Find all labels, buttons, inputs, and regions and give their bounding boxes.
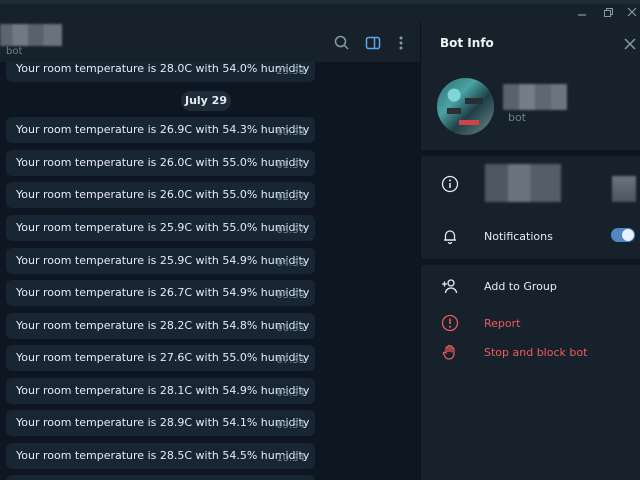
message-bubble[interactable]: Your room temperature is 25.9C with 55.0…	[6, 215, 315, 241]
message-text: Your room temperature is 27.6C with 55.0…	[16, 351, 310, 364]
message-time: 05.36	[276, 290, 305, 301]
message-time: 03.37	[276, 225, 305, 236]
toggle-knob	[622, 229, 634, 241]
message-text: Your room temperature is 26.0C with 55.0…	[16, 156, 310, 169]
message-text: Your room temperature is 26.0C with 55.0…	[16, 188, 310, 201]
panel-subtitle: bot	[508, 111, 527, 124]
message-time: 04.36	[276, 258, 305, 269]
title-bar-edge	[0, 0, 640, 4]
message-bubble[interactable]: Your room temperature is 28.5C with 54.5…	[6, 443, 315, 469]
chat-header: bot	[0, 22, 420, 63]
message-bubble[interactable]: Your room temperature is 28.1C with 54.9…	[6, 378, 315, 404]
chat-subtitle: bot	[6, 46, 23, 57]
bot-description-blurred	[485, 164, 561, 202]
report-button[interactable]: Report	[484, 317, 520, 330]
report-icon	[441, 314, 459, 332]
panel-title: Bot Info	[440, 36, 494, 50]
message-time: 08.34	[276, 388, 305, 399]
message-bubble[interactable]: Your room temperature is 26.9C with 54.3…	[6, 117, 315, 143]
message-text: Your room temperature is 25.9C with 54.9…	[16, 254, 310, 267]
message-text: Your room temperature is 26.9C with 54.3…	[16, 123, 310, 136]
close-icon[interactable]	[623, 36, 637, 50]
message-bubble[interactable]: Your room temperature is 26.0C with 55.0…	[6, 182, 315, 208]
stop-and-block-button[interactable]: Stop and block bot	[484, 346, 587, 359]
message-text: Your room temperature is 28.1C with 54.9…	[16, 384, 310, 397]
message-text: Your room temperature is 28.0C with 54.0…	[16, 62, 310, 75]
message-bubble[interactable]: Your room temperature is 27.6C with 55.0…	[6, 345, 315, 371]
notifications-toggle[interactable]	[611, 228, 635, 242]
message-list[interactable]: Your room temperature is 28.0C with 54.0…	[0, 62, 420, 480]
message-bubble[interactable]: Your room temperature is 26.7C with 54.9…	[6, 280, 315, 306]
message-bubble[interactable]: Your room temperature is 26.0C with 55.0…	[6, 150, 315, 176]
info-icon	[441, 175, 459, 193]
message-time: 06.35	[276, 323, 305, 334]
message-time: 23.38	[276, 66, 305, 77]
message-time: 02.37	[276, 192, 305, 203]
divider	[421, 150, 640, 156]
bot-name-blurred	[503, 84, 567, 110]
bell-icon	[441, 227, 459, 245]
window-close-icon[interactable]	[624, 4, 640, 20]
notifications-label: Notifications	[484, 230, 553, 243]
date-separator: July 29	[181, 91, 231, 111]
message-bubble[interactable]: Your room temperature is 28.9C with 54.1…	[6, 410, 315, 436]
window-title-bar	[0, 0, 640, 22]
minimize-icon[interactable]	[574, 4, 590, 20]
divider	[421, 259, 640, 265]
message-bubble[interactable]: Your room temperature is 28.2C with 54.8…	[6, 313, 315, 339]
more-vertical-icon[interactable]	[392, 34, 410, 52]
stop-hand-icon	[441, 343, 459, 361]
avatar-detail	[459, 120, 479, 125]
add-user-icon	[441, 277, 459, 295]
message-text: Your room temperature is 26.7C with 54.9…	[16, 286, 310, 299]
message-time: 09.34	[276, 420, 305, 431]
chat-title-blurred[interactable]	[0, 24, 62, 46]
add-to-group-button[interactable]: Add to Group	[484, 280, 557, 293]
message-text: Your room temperature is 28.9C with 54.1…	[16, 416, 310, 429]
sidebar-toggle-icon[interactable]	[364, 34, 382, 52]
bot-info-panel: Bot Info bot Notifications Add to Group …	[420, 22, 640, 480]
message-text: Your room temperature is 28.5C with 54.5…	[16, 449, 310, 462]
message-time: 07.35	[276, 355, 305, 366]
message-bubble[interactable]: Your room temperature is 25.9C with 54.9…	[6, 248, 315, 274]
avatar-detail	[465, 98, 483, 104]
message-bubble[interactable]	[6, 475, 315, 480]
message-text: Your room temperature is 25.9C with 55.0…	[16, 221, 310, 234]
message-time: 10.34	[276, 453, 305, 464]
message-text: Your room temperature is 28.2C with 54.8…	[16, 319, 310, 332]
message-time: 01.37	[276, 160, 305, 171]
bot-info-extra-blurred	[612, 176, 636, 202]
message-time: 00.38	[276, 127, 305, 138]
search-icon[interactable]	[333, 34, 351, 52]
restore-icon[interactable]	[600, 4, 616, 20]
avatar[interactable]	[437, 78, 494, 135]
message-bubble[interactable]: Your room temperature is 28.0C with 54.0…	[6, 62, 315, 82]
avatar-detail	[447, 108, 461, 114]
